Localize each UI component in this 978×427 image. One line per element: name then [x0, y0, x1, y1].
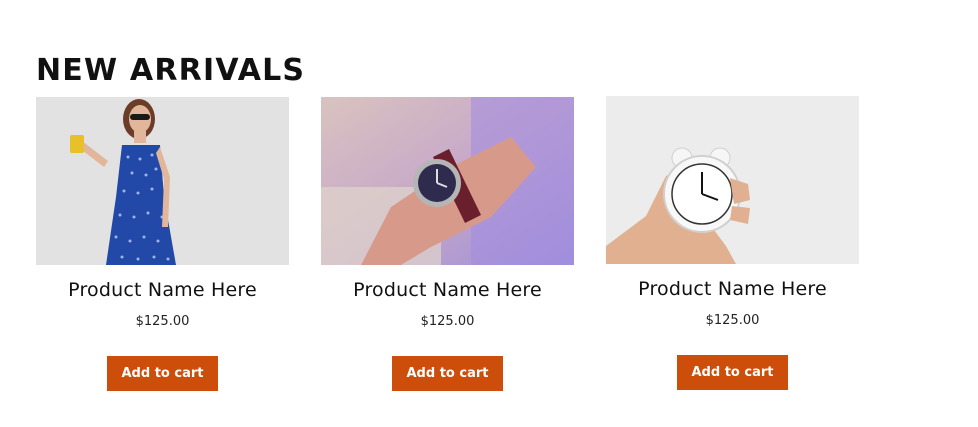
add-to-cart-button[interactable]: Add to cart — [392, 356, 503, 391]
add-to-cart-button[interactable]: Add to cart — [677, 355, 788, 390]
product-card: Product Name Here $125.00 Add to cart — [606, 96, 859, 390]
woman-in-blue-dress-photo — [36, 97, 289, 265]
add-to-cart-button[interactable]: Add to cart — [107, 356, 218, 391]
product-image-link[interactable] — [36, 97, 289, 265]
section-title: NEW ARRIVALS — [36, 53, 306, 88]
product-card: Product Name Here $125.00 Add to cart — [321, 97, 574, 391]
product-price: $125.00 — [420, 314, 475, 329]
product-name[interactable]: Product Name Here — [606, 276, 859, 302]
product-name[interactable]: Product Name Here — [36, 277, 289, 303]
wristwatch-photo — [321, 97, 574, 265]
alarm-clock-photo — [606, 96, 859, 264]
product-price: $125.00 — [705, 313, 760, 328]
product-card: Product Name Here $125.00 Add to cart — [36, 97, 289, 391]
product-price: $125.00 — [135, 314, 190, 329]
product-image-link[interactable] — [606, 96, 859, 264]
product-name[interactable]: Product Name Here — [321, 277, 574, 303]
product-image-link[interactable] — [321, 97, 574, 265]
